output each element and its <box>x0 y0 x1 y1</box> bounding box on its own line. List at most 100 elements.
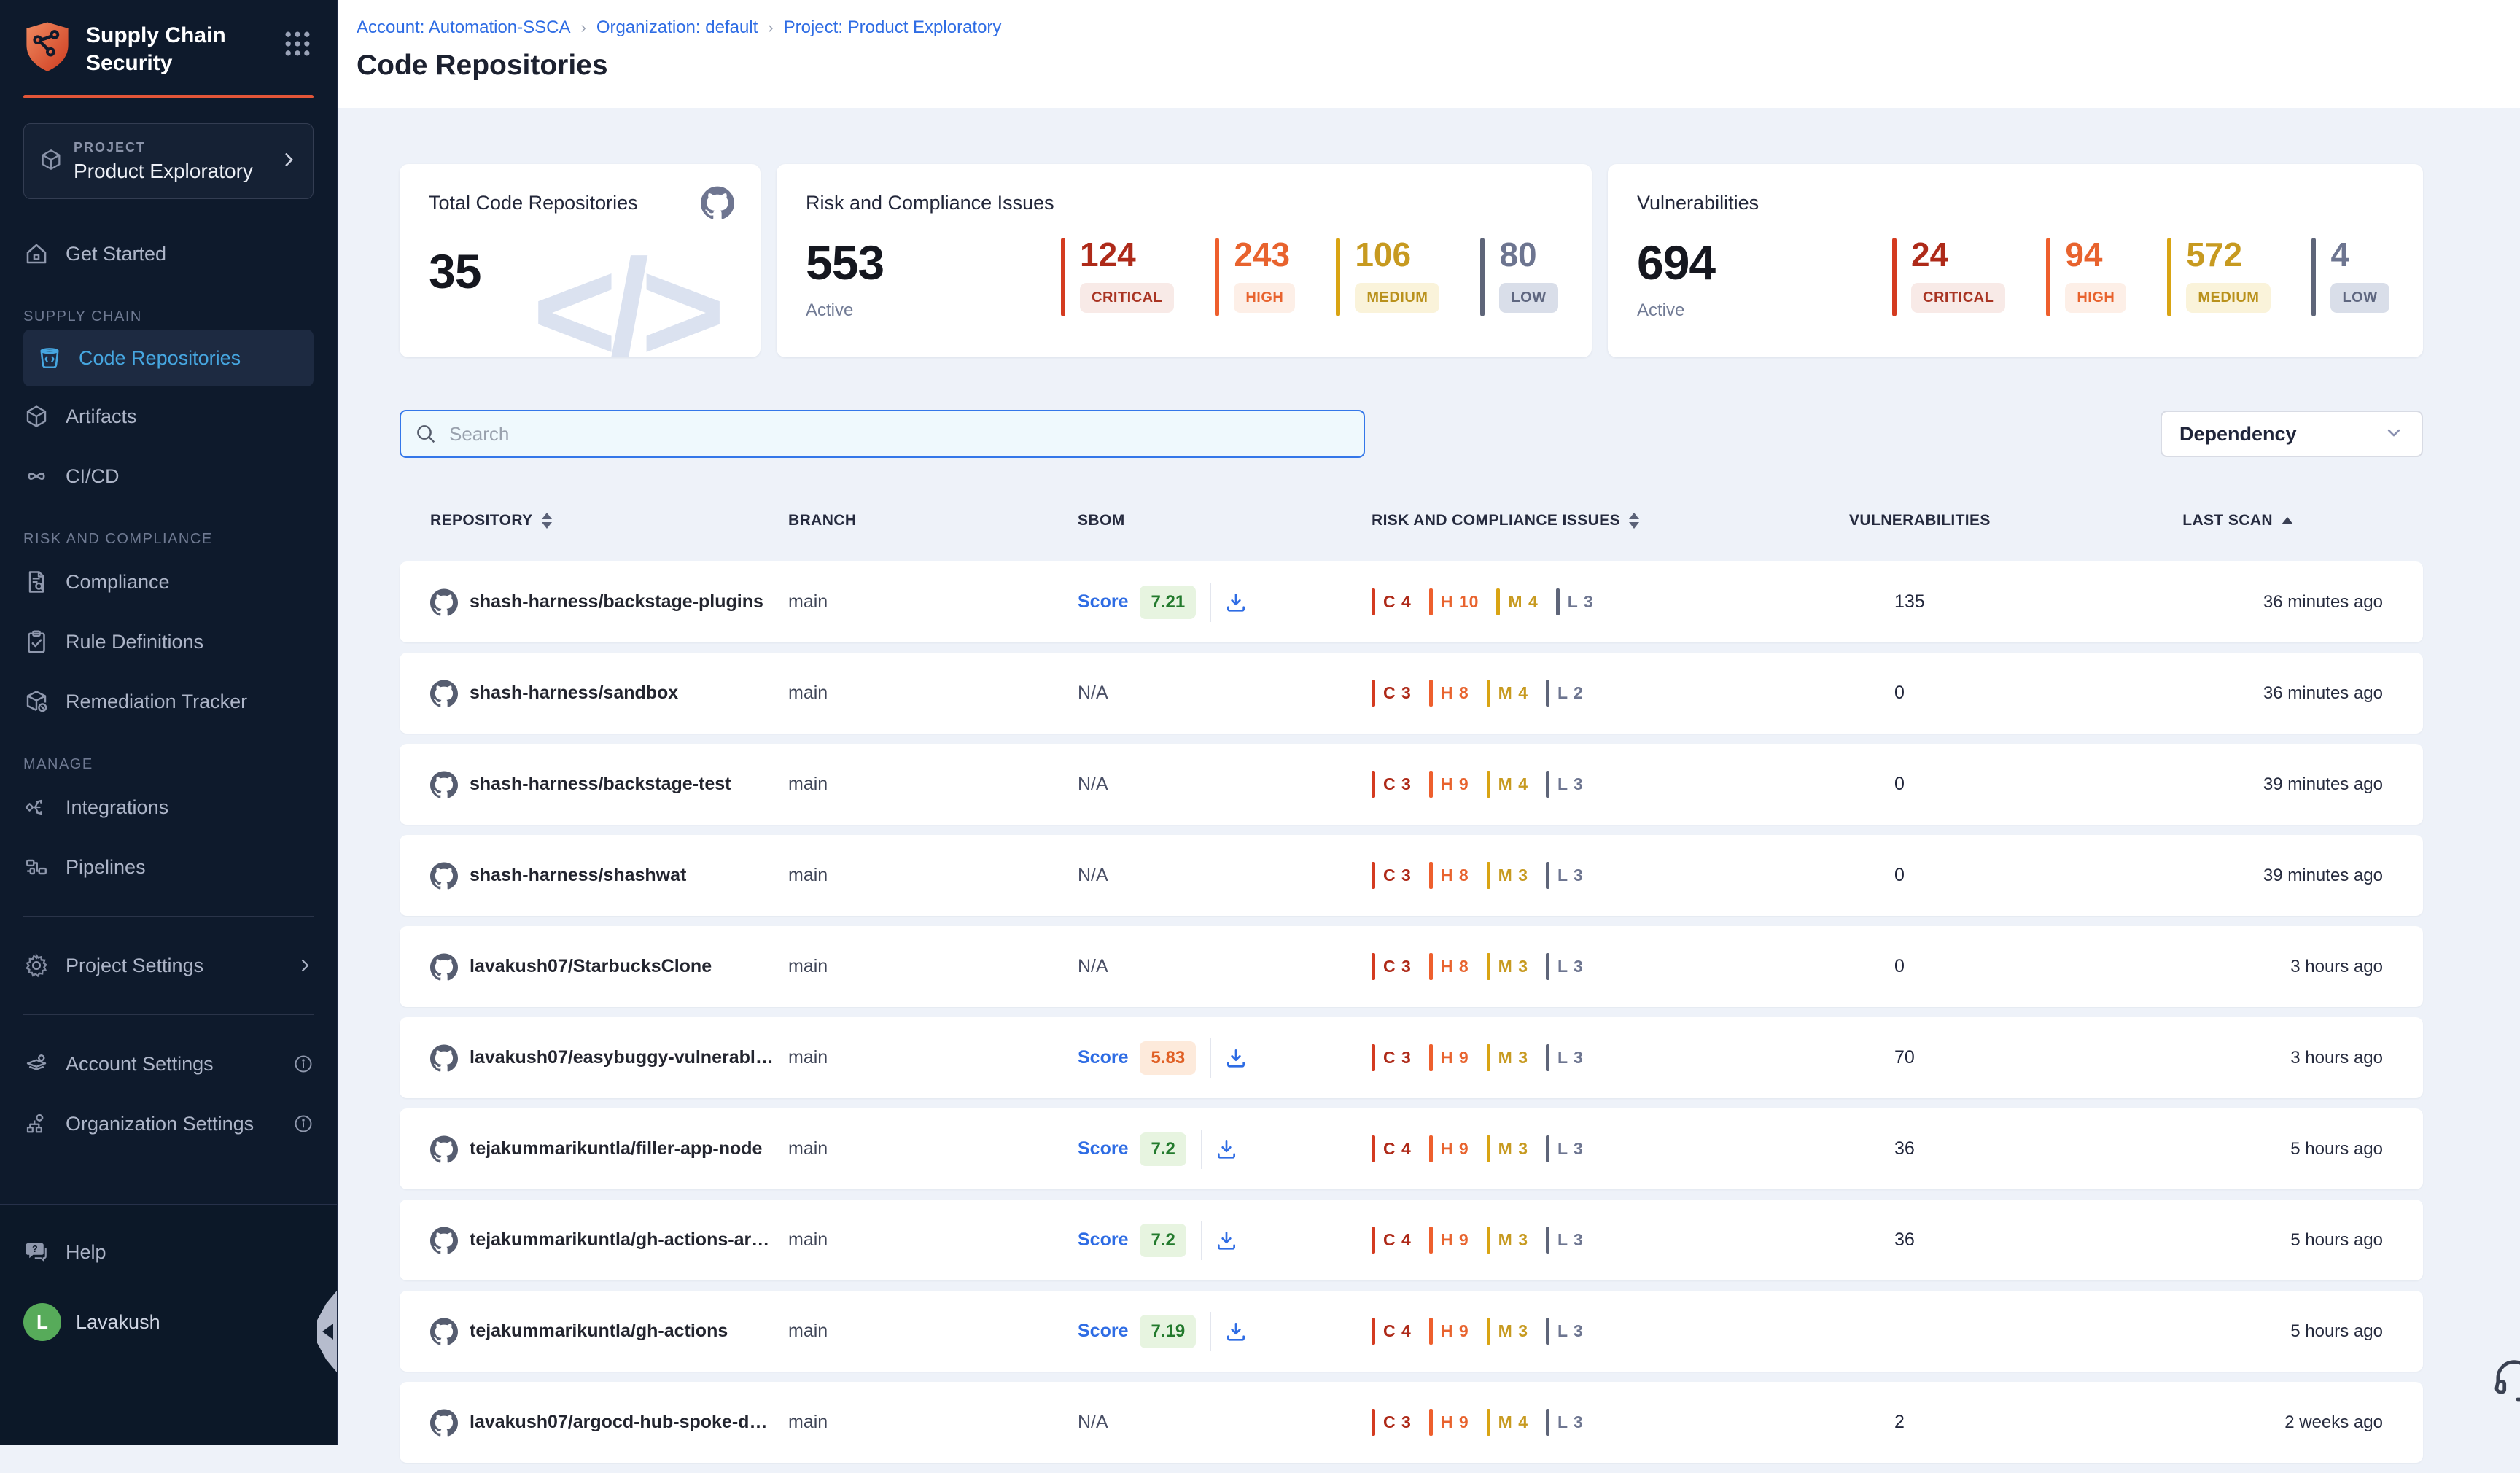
repo-cell[interactable]: lavakush07/StarbucksClone <box>400 953 788 981</box>
repo-cell[interactable]: tejakummarikuntla/gh-actions-artifacts <box>400 1227 788 1254</box>
sidebar-item-cicd[interactable]: CI/CD <box>0 446 337 506</box>
org-chart-gear-icon <box>23 1111 50 1137</box>
repo-cell[interactable]: shash-harness/shashwat <box>400 862 788 890</box>
low-count: L 2 <box>1546 680 1584 707</box>
column-header-sbom[interactable]: SBOM <box>1078 512 1372 529</box>
sbom-na-label: N/A <box>1078 956 1108 977</box>
project-selector[interactable]: PROJECT Product Exploratory <box>23 123 314 199</box>
download-sbom-icon[interactable] <box>1224 591 1248 614</box>
sidebar-item-code-repositories[interactable]: Code Repositories <box>23 330 314 386</box>
vuln-severity-breakdown: 24 CRITICAL 94 HIGH <box>1892 238 2389 316</box>
column-header-risk-issues[interactable]: RISK AND COMPLIANCE ISSUES <box>1372 512 1849 529</box>
repo-cell[interactable]: lavakush07/easybuggy-vulnerable-app... <box>400 1044 788 1072</box>
home-icon <box>23 241 50 267</box>
table-row[interactable]: tejakummarikuntla/gh-actions-artifacts m… <box>400 1200 2423 1280</box>
branch-cell: main <box>788 1047 1078 1068</box>
sbom-score-label: Score <box>1078 1321 1128 1342</box>
table-row[interactable]: lavakush07/StarbucksClone main Score N/A <box>400 926 2423 1007</box>
vulnerabilities-value: 694 <box>1637 235 1892 290</box>
repo-cell[interactable]: shash-harness/backstage-test <box>400 771 788 798</box>
infinity-icon <box>23 462 50 490</box>
risk-issues-cell: C 3 H 8 M 4 L 2 <box>1372 680 1849 707</box>
user-menu[interactable]: L Lavakush <box>0 1292 337 1352</box>
sidebar-item-pipelines[interactable]: Pipelines <box>0 837 337 897</box>
document-search-icon <box>23 569 50 595</box>
download-sbom-icon[interactable] <box>1224 1046 1248 1070</box>
download-sbom-icon[interactable] <box>1215 1229 1238 1252</box>
repo-name: lavakush07/argocd-hub-spoke-demo <box>470 1412 788 1433</box>
sort-icon[interactable] <box>1629 513 1639 529</box>
severity-badge: HIGH <box>1234 283 1295 313</box>
severity-bar <box>1892 238 1897 316</box>
repo-name: tejakummarikuntla/gh-actions <box>470 1321 742 1342</box>
table-toolbar: Dependency <box>400 410 2423 458</box>
severity-count: 243 <box>1234 238 1295 271</box>
section-label-manage: MANAGE <box>0 756 337 773</box>
sidebar-item-remediation-tracker[interactable]: Remediation Tracker <box>0 672 337 731</box>
sidebar-item-rule-definitions[interactable]: Rule Definitions <box>0 612 337 672</box>
dependency-filter-dropdown[interactable]: Dependency <box>2161 411 2423 457</box>
repo-cell[interactable]: shash-harness/backstage-plugins <box>400 588 788 616</box>
severity-badge: LOW <box>2330 283 2389 313</box>
sbom-na-label: N/A <box>1078 683 1108 704</box>
sidebar-item-compliance[interactable]: Compliance <box>0 552 337 612</box>
sidebar-item-organization-settings[interactable]: Organization Settings <box>0 1094 337 1154</box>
breadcrumb-separator: › <box>768 18 773 37</box>
column-header-repository[interactable]: REPOSITORY <box>400 512 788 529</box>
vulnerabilities-cell: 135 <box>1849 591 2144 613</box>
total-repos-card: Total Code Repositories 35 </> <box>400 164 761 357</box>
repo-name: shash-harness/backstage-test <box>470 774 745 795</box>
table-row[interactable]: tejakummarikuntla/filler-app-node main S… <box>400 1108 2423 1189</box>
column-header-vulnerabilities[interactable]: VULNERABILITIES <box>1849 512 2144 529</box>
search-input[interactable] <box>400 410 1365 458</box>
column-header-branch[interactable]: BRANCH <box>788 512 1078 529</box>
sidebar-item-help[interactable]: ? Help <box>0 1222 337 1282</box>
breadcrumb-account-link[interactable]: Account: Automation-SSCA <box>357 18 570 38</box>
breadcrumb-organization-link[interactable]: Organization: default <box>596 18 758 38</box>
repo-name: lavakush07/StarbucksClone <box>470 956 726 977</box>
sidebar-item-account-settings[interactable]: Account Settings <box>0 1034 337 1094</box>
github-icon <box>430 588 458 616</box>
repo-name: shash-harness/shashwat <box>470 865 701 886</box>
download-sbom-icon[interactable] <box>1215 1138 1238 1161</box>
risk-issues-cell: C 3 H 9 M 4 L 3 <box>1372 1409 1849 1436</box>
repo-cell[interactable]: tejakummarikuntla/filler-app-node <box>400 1135 788 1163</box>
sort-icon[interactable] <box>542 513 552 529</box>
section-label-supply-chain: SUPPLY CHAIN <box>0 308 337 325</box>
info-icon[interactable] <box>293 1114 314 1134</box>
repo-cell[interactable]: tejakummarikuntla/gh-actions <box>400 1318 788 1345</box>
risk-issues-value: 553 <box>806 235 1061 290</box>
breadcrumb-project-link[interactable]: Project: Product Exploratory <box>784 18 1002 38</box>
table-row[interactable]: tejakummarikuntla/gh-actions main Score … <box>400 1291 2423 1372</box>
sbom-cell: Score 7.21 N/A <box>1078 583 1372 622</box>
repo-cell[interactable]: lavakush07/argocd-hub-spoke-demo <box>400 1409 788 1437</box>
table-row[interactable]: lavakush07/argocd-hub-spoke-demo main Sc… <box>400 1382 2423 1463</box>
sidebar-item-artifacts[interactable]: Artifacts <box>0 386 337 446</box>
info-icon[interactable] <box>293 1054 314 1074</box>
sidebar-item-project-settings[interactable]: Project Settings <box>0 936 337 995</box>
table-row[interactable]: shash-harness/shashwat main Score N/A <box>400 835 2423 916</box>
table-row[interactable]: shash-harness/sandbox main Score N/A <box>400 653 2423 734</box>
sidebar-item-get-started[interactable]: Get Started <box>0 224 337 284</box>
column-header-last-scan[interactable]: LAST SCAN <box>2144 512 2423 529</box>
high-count: H 8 <box>1429 680 1469 707</box>
app-switcher-icon[interactable] <box>281 28 314 63</box>
table-row[interactable]: lavakush07/easybuggy-vulnerable-app... m… <box>400 1017 2423 1098</box>
sbom-score-label: Score <box>1078 1229 1128 1251</box>
download-sbom-icon[interactable] <box>1224 1320 1248 1343</box>
table-row[interactable]: shash-harness/backstage-test main Score … <box>400 744 2423 825</box>
sidebar-item-integrations[interactable]: Integrations <box>0 777 337 837</box>
high-count: H 9 <box>1429 1135 1469 1162</box>
chevron-right-icon <box>279 150 298 173</box>
sort-asc-icon[interactable] <box>2282 517 2293 524</box>
divider <box>1201 1221 1202 1260</box>
code-repository-icon <box>36 345 63 371</box>
table-row[interactable]: shash-harness/backstage-plugins main Sco… <box>400 561 2423 642</box>
last-scan-cell: 3 hours ago <box>2144 957 2423 977</box>
support-headset-icon[interactable] <box>2486 1353 2520 1412</box>
chevron-right-icon <box>296 957 314 974</box>
repo-cell[interactable]: shash-harness/sandbox <box>400 680 788 707</box>
brand-divider <box>23 95 314 98</box>
severity-count: 24 <box>1911 238 2005 271</box>
severity-bar <box>2311 238 2316 316</box>
